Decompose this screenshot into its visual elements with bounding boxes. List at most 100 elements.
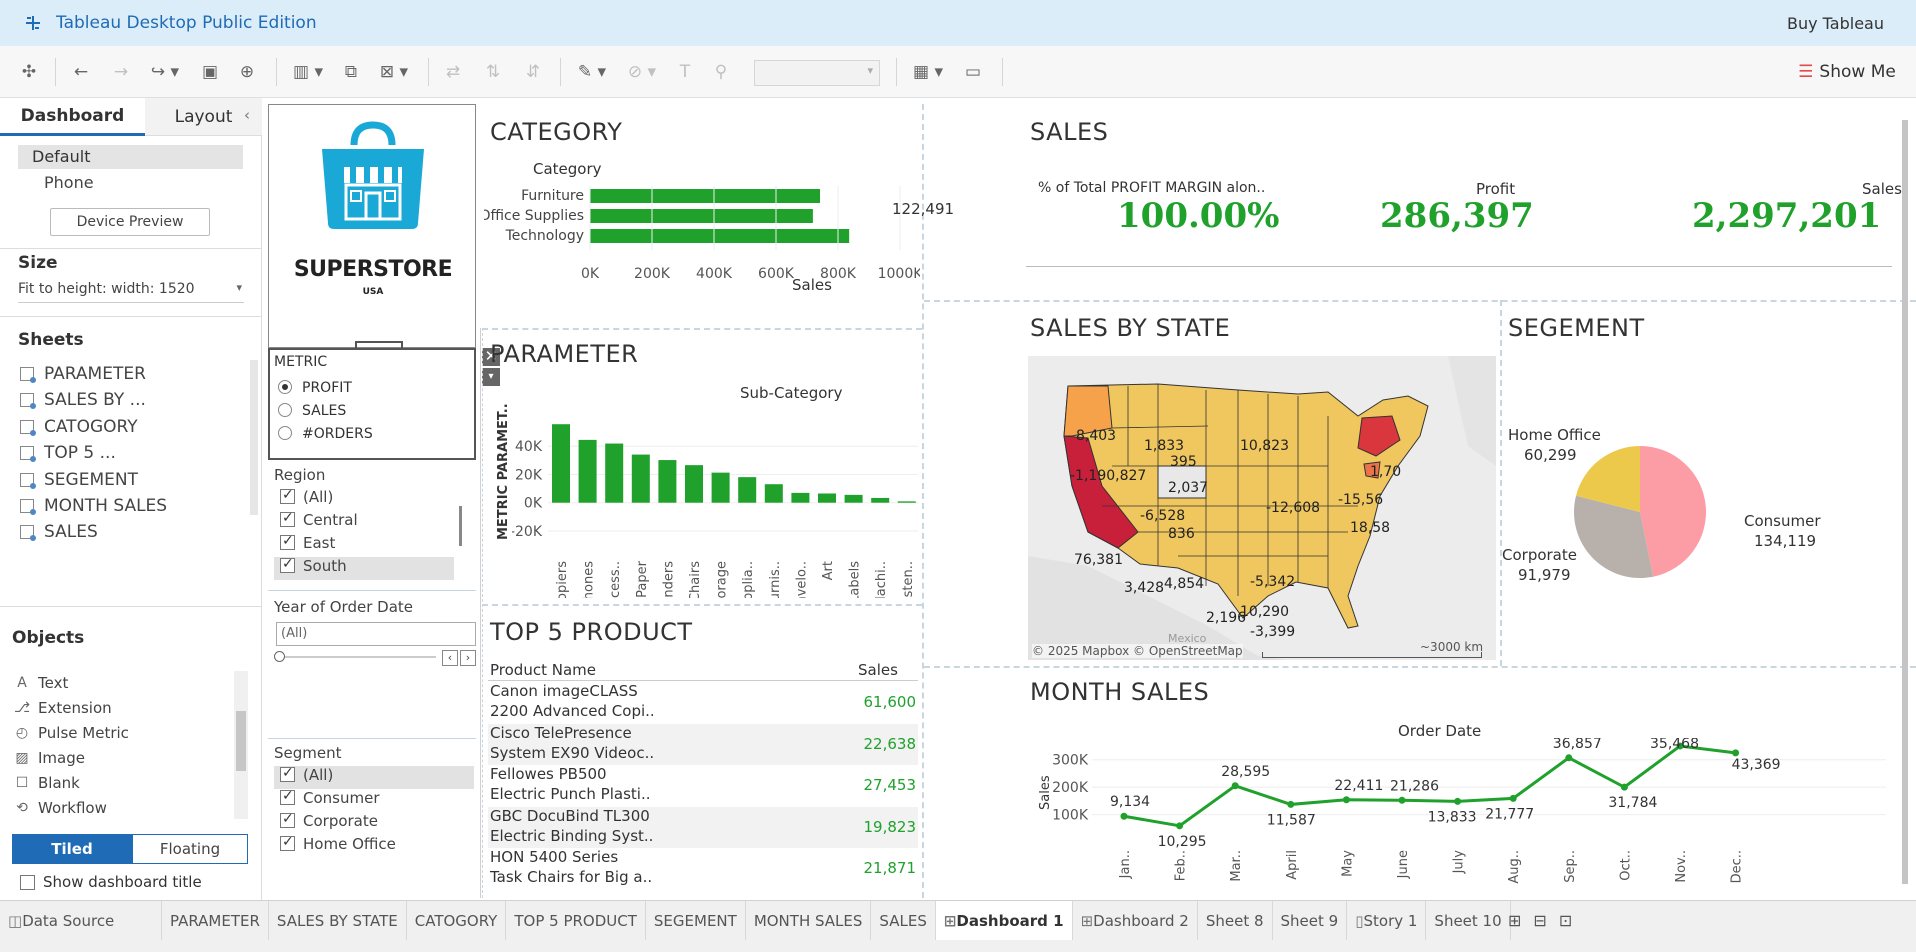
subcategory-bar[interactable]	[685, 465, 703, 503]
sheet-item[interactable]: SALES	[20, 518, 98, 546]
device-default[interactable]: Default	[18, 145, 243, 169]
subcategory-bar[interactable]	[738, 477, 757, 503]
tab-story-1[interactable]: ▯ Story 1	[1347, 900, 1427, 941]
tab-segement[interactable]: SEGEMENT	[646, 900, 746, 941]
subcategory-bar[interactable]	[897, 501, 916, 503]
sheet-item[interactable]: CATOGORY	[20, 413, 138, 441]
tab-catogory[interactable]: CATOGORY	[407, 900, 507, 941]
region-scrollbar[interactable]	[459, 506, 462, 546]
month-point[interactable]	[1565, 754, 1573, 762]
month-point[interactable]	[1454, 797, 1462, 805]
category-bar[interactable]	[590, 209, 813, 223]
tableau-home-icon[interactable]: ✣	[14, 46, 44, 98]
month-point[interactable]	[1509, 794, 1517, 802]
object-item[interactable]: ⟲ Workflow	[14, 796, 107, 820]
device-preview-button[interactable]: Device Preview	[50, 208, 210, 236]
presentation-icon[interactable]: ▭	[958, 46, 988, 98]
tab-dashboard-1[interactable]: ⊞ Dashboard 1	[935, 900, 1073, 941]
table-row[interactable]: Canon imageCLASS 2200 Advanced Copi.. 61,6…	[488, 682, 918, 723]
segment-checkbox[interactable]	[280, 765, 295, 782]
year-next-icon[interactable]: ›	[460, 650, 476, 666]
subcategory-bar[interactable]	[844, 494, 863, 503]
subcategory-bar[interactable]	[764, 484, 783, 503]
group-icon[interactable]: ⊘ ▾	[620, 46, 664, 98]
size-dropdown[interactable]: Fit to height: width: 1520 ▾	[18, 281, 244, 303]
table-row[interactable]: Cisco TelePresence System EX90 Videoc.. 22…	[488, 723, 918, 765]
month-point[interactable]	[1732, 749, 1740, 757]
object-item[interactable]: ▨ Image	[14, 746, 85, 770]
segment-option[interactable]: (All)	[274, 765, 474, 789]
region-option[interactable]: South	[274, 556, 454, 580]
subcategory-bar[interactable]	[791, 492, 810, 503]
tab-dashboard[interactable]: Dashboard	[0, 98, 145, 136]
labels-icon[interactable]: T	[670, 46, 700, 98]
subcategory-bar[interactable]	[631, 454, 650, 503]
month-point[interactable]	[1398, 796, 1406, 804]
sort-desc-icon[interactable]: ⇵	[518, 46, 548, 98]
month-point[interactable]	[1620, 783, 1628, 791]
state-map[interactable]: Mexico © 2025 Mapbox © OpenStreetMap ~30…	[1028, 356, 1496, 660]
segment-checkbox[interactable]	[280, 788, 295, 805]
new-datasource-icon[interactable]: ⊕	[232, 46, 262, 98]
category-bar[interactable]	[590, 189, 821, 203]
new-story-icon[interactable]: ⊡	[1559, 911, 1572, 930]
year-slider-track[interactable]	[276, 656, 436, 658]
metric-option[interactable]: SALES	[278, 403, 346, 419]
metric-radio[interactable]	[278, 380, 292, 394]
tab-month-sales[interactable]: MONTH SALES	[746, 900, 872, 941]
region-option[interactable]: Central	[274, 510, 474, 534]
pin-icon[interactable]: ⚲	[706, 46, 736, 98]
segment-option[interactable]: Consumer	[274, 788, 474, 812]
floating-button[interactable]: Floating	[132, 834, 248, 864]
object-item[interactable]: A Text	[14, 671, 68, 695]
redo-icon[interactable]: →	[106, 46, 136, 98]
show-title-checkbox[interactable]	[20, 874, 35, 890]
sheets-scrollbar[interactable]	[250, 360, 258, 515]
sheet-item[interactable]: SEGEMENT	[20, 466, 138, 494]
clear-sheet-icon[interactable]: ⊠ ▾	[372, 46, 416, 98]
month-point[interactable]	[1120, 812, 1128, 820]
more-options-icon[interactable]: ▾	[482, 368, 500, 386]
device-phone[interactable]: Phone	[44, 173, 94, 192]
object-item[interactable]: ⎇ Extension	[14, 696, 112, 720]
pie-slice[interactable]	[1640, 446, 1706, 577]
fit-dropdown[interactable]: ▾	[754, 60, 880, 86]
sheet-item[interactable]: PARAMETER	[20, 360, 146, 388]
year-input[interactable]: (All)	[276, 622, 476, 646]
region-option[interactable]: East	[274, 533, 474, 557]
year-slider-handle[interactable]	[274, 651, 285, 662]
tab-sheet-8[interactable]: Sheet 8	[1198, 900, 1273, 941]
segment-checkbox[interactable]	[280, 834, 295, 851]
tab-top-5-product[interactable]: TOP 5 PRODUCT	[506, 900, 646, 941]
new-sheet-icon[interactable]: ▥ ▾	[286, 46, 330, 98]
metric-radio[interactable]	[278, 426, 292, 440]
tab-data-source[interactable]: ◫ Data Source	[0, 900, 162, 941]
month-point[interactable]	[1287, 800, 1295, 808]
object-item[interactable]: ◴ Pulse Metric	[14, 721, 129, 745]
segment-option[interactable]: Corporate	[274, 811, 474, 835]
table-row[interactable]: HON 5400 Series Task Chairs for Big a.. 21…	[488, 848, 918, 890]
subcategory-bar[interactable]	[711, 472, 730, 503]
undo-icon[interactable]: ←	[66, 46, 96, 98]
tiled-button[interactable]: Tiled	[12, 834, 132, 864]
tab-parameter[interactable]: PARAMETER	[162, 900, 269, 941]
segment-option[interactable]: Home Office	[274, 834, 474, 858]
show-me-button[interactable]: ☰ Show Me	[1792, 46, 1902, 98]
subcategory-bar[interactable]	[818, 493, 836, 503]
tab-sales-by-state[interactable]: SALES BY STATE	[269, 900, 407, 941]
new-dashboard-icon[interactable]: ⊟	[1533, 911, 1546, 930]
region-checkbox[interactable]	[280, 533, 295, 550]
month-point[interactable]	[1176, 822, 1184, 830]
segment-checkbox[interactable]	[280, 811, 295, 828]
replay-icon[interactable]: ↪ ▾	[145, 46, 185, 98]
dashboard-scrollbar[interactable]	[1902, 120, 1908, 884]
subcategory-bar[interactable]	[552, 424, 570, 503]
tab-sales[interactable]: SALES	[871, 900, 936, 941]
metric-option[interactable]: PROFIT	[278, 380, 352, 396]
category-bar[interactable]	[590, 229, 850, 243]
subcategory-bar[interactable]	[871, 497, 890, 503]
tab-dashboard-2[interactable]: ⊞ Dashboard 2	[1073, 900, 1198, 941]
subcategory-bar[interactable]	[578, 439, 597, 503]
year-prev-icon[interactable]: ‹	[442, 650, 458, 666]
subcategory-bar[interactable]	[658, 460, 677, 503]
